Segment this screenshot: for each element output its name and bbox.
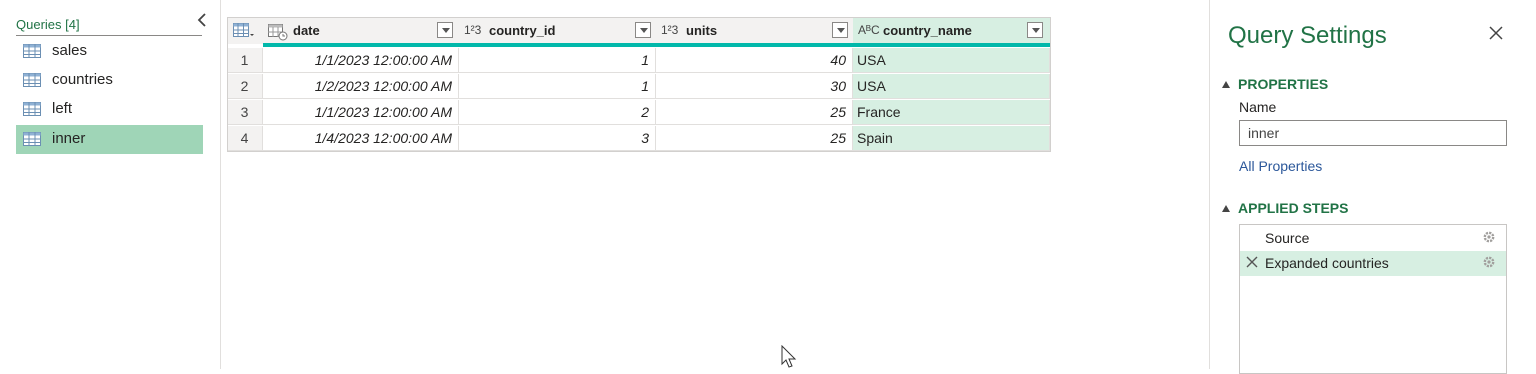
applied-steps-heading-label: APPLIED STEPS [1238,200,1349,216]
column-header-units[interactable]: 1²3 units [656,17,854,44]
column-filter-dropdown[interactable] [1027,22,1043,38]
step-label: Source [1265,230,1310,246]
table-icon [23,73,41,92]
cell-units[interactable]: 25 [656,126,853,151]
query-name-input[interactable] [1239,120,1507,146]
whole-number-icon: 1²3 [464,23,482,37]
query-item-left[interactable]: left [16,95,203,124]
cell-units[interactable]: 25 [656,100,853,125]
cell-units[interactable]: 30 [656,74,853,99]
row-number[interactable]: 2 [227,74,263,99]
cell-date[interactable]: 1/4/2023 12:00:00 AM [263,126,459,151]
gear-icon[interactable] [1482,230,1496,247]
table-icon [23,44,41,63]
name-label: Name [1239,99,1277,115]
text-type-icon: AᴮC [858,23,880,37]
cell-country-name[interactable]: USA [853,74,1050,99]
cell-country-id[interactable]: 1 [459,74,656,99]
column-filter-dropdown[interactable] [635,22,651,38]
cell-country-name[interactable]: France [853,100,1050,125]
column-label: units [686,23,718,38]
step-label: Expanded countries [1265,255,1389,271]
query-settings-pane: Query Settings PROPERTIES Name All Prope… [1209,0,1536,374]
settings-title: Query Settings [1228,22,1387,49]
mouse-cursor-icon [781,344,797,374]
step-expanded-countries[interactable]: Expanded countries [1240,251,1506,276]
column-header-country-id[interactable]: 1²3 country_id [459,17,657,44]
whole-number-icon: 1²3 [661,23,679,37]
cell-date[interactable]: 1/1/2023 12:00:00 AM [263,48,459,73]
all-properties-link[interactable]: All Properties [1239,158,1322,174]
query-item-countries[interactable]: countries [16,66,203,95]
queries-pane: Queries [4] sales countries left inner [0,0,221,369]
query-label: sales [52,42,88,59]
column-quality-bar [263,43,1050,47]
column-label: country_name [883,23,972,38]
table-icon [23,102,41,121]
queries-title: Queries [4] [16,17,80,32]
column-label: country_id [489,23,556,38]
query-label: countries [52,71,113,88]
column-filter-dropdown[interactable] [437,22,453,38]
applied-steps-list: Source Expanded countries [1239,224,1507,374]
collapse-triangle-icon [1222,81,1230,88]
queries-header: Queries [4] [16,16,202,36]
cell-country-id[interactable]: 1 [459,48,656,73]
step-source[interactable]: Source [1240,226,1506,251]
query-item-inner[interactable]: inner [16,125,203,154]
cell-units[interactable]: 40 [656,48,853,73]
table-menu-icon [233,23,255,44]
query-item-sales[interactable]: sales [16,37,203,66]
row-number[interactable]: 3 [227,100,263,125]
column-header-date[interactable]: date [263,17,460,44]
cell-date[interactable]: 1/2/2023 12:00:00 AM [263,74,459,99]
cell-country-name[interactable]: USA [853,48,1050,73]
properties-heading[interactable]: PROPERTIES [1222,76,1328,92]
row-number[interactable]: 4 [227,126,263,151]
column-filter-dropdown[interactable] [832,22,848,38]
query-label: inner [52,130,86,147]
cell-country-name[interactable]: Spain [853,126,1050,151]
gear-icon[interactable] [1482,255,1496,272]
query-label: left [52,100,73,117]
collapse-triangle-icon [1222,205,1230,212]
delete-step-icon[interactable] [1246,255,1258,271]
cell-date[interactable]: 1/1/2023 12:00:00 AM [263,100,459,125]
collapse-pane-icon[interactable] [196,12,212,32]
properties-heading-label: PROPERTIES [1238,76,1329,92]
table-icon [23,132,41,151]
applied-steps-heading[interactable]: APPLIED STEPS [1222,200,1348,216]
column-label: date [293,23,320,38]
close-icon[interactable] [1488,25,1508,45]
row-number[interactable]: 1 [227,48,263,73]
table-options-button[interactable] [227,17,264,44]
cell-country-id[interactable]: 2 [459,100,656,125]
cell-country-id[interactable]: 3 [459,126,656,151]
calendar-clock-icon [268,23,288,44]
column-header-country-name[interactable]: AᴮC country_name [853,17,1051,44]
